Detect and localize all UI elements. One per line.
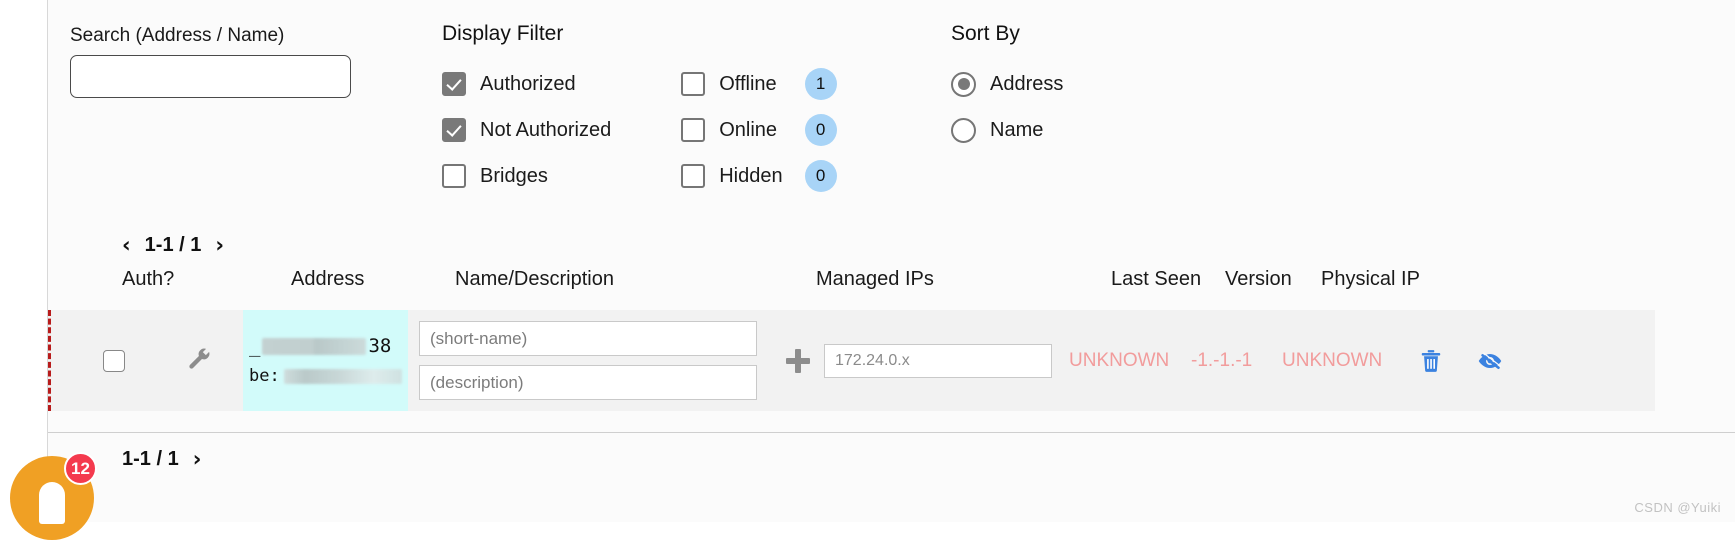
sort-option-address[interactable]: Address (951, 61, 1063, 107)
address-secondary-label: be: (249, 366, 280, 386)
prev-page-icon[interactable]: ‹ (122, 235, 131, 256)
sort-by-options: Address Name (951, 61, 1063, 153)
sort-label-name: Name (990, 118, 1044, 141)
sort-label-address: Address (990, 72, 1064, 95)
checkbox-bridges[interactable] (442, 164, 466, 189)
pagination-top: ‹ 1-1 / 1 › (122, 234, 224, 257)
page-range-bottom: 1-1 / 1 (122, 448, 179, 470)
radio-name[interactable] (951, 117, 976, 143)
address-suffix: 38 (368, 335, 392, 357)
filter-label-authorized: Authorized (480, 72, 576, 95)
checkbox-online[interactable] (681, 118, 706, 143)
filter-label-hidden: Hidden (719, 164, 783, 187)
badge-hidden-count: 0 (804, 160, 837, 193)
address-line-secondary: be: (249, 366, 408, 386)
address-secondary-redaction-bar (283, 368, 402, 384)
checkbox-authorized[interactable] (442, 72, 466, 97)
sort-by-title: Sort By (951, 22, 1020, 45)
filter-option-bridges[interactable]: Bridges (442, 153, 611, 199)
column-header-version: Version (1225, 268, 1292, 290)
table-header-row: Auth? Address Name/Description Managed I… (48, 268, 1735, 310)
description-input[interactable] (419, 365, 757, 400)
column-header-managed-ips: Managed IPs (816, 268, 934, 290)
dock-app-icon[interactable]: 12 (10, 452, 97, 540)
display-filter-options: Authorized Offline 1 Not Authorized Onli… (442, 61, 837, 199)
table-bottom-divider (48, 432, 1735, 433)
checkbox-hidden[interactable] (681, 164, 706, 189)
table-row: _ 38 be: (short-name) (description) 172.… (48, 310, 1655, 411)
column-header-physical-ip: Physical IP (1321, 268, 1420, 290)
search-label: Search (Address / Name) (70, 25, 285, 46)
managed-ip-input[interactable] (824, 343, 1052, 378)
address-prefix: _ (249, 335, 261, 357)
filter-badge-offline-wrap: 1 (804, 61, 837, 107)
row-name-description-cell (419, 310, 757, 411)
left-gutter (0, 0, 48, 522)
next-page-icon-bottom[interactable]: › (193, 449, 202, 470)
search-input[interactable] (70, 54, 351, 98)
filter-label-not-authorized: Not Authorized (480, 118, 612, 141)
filter-option-offline[interactable]: Offline (681, 61, 782, 107)
dock-app-glyph (39, 482, 65, 524)
radio-address[interactable] (951, 71, 976, 97)
row-authorize-checkbox[interactable] (103, 349, 125, 372)
add-managed-ip-icon[interactable] (786, 348, 810, 373)
filter-label-offline: Offline (719, 72, 777, 95)
checkbox-offline[interactable] (681, 72, 706, 97)
checkbox-not-authorized[interactable] (442, 118, 466, 143)
badge-online-count: 0 (804, 114, 837, 147)
name-description-stack (419, 321, 757, 400)
display-filter-group: Display Filter Authorized Offline 1 Not … (442, 22, 837, 199)
filter-bar: Search (Address / Name) Display Filter A… (48, 0, 1735, 215)
dock-notification-badge: 12 (64, 452, 97, 485)
filter-label-bridges: Bridges (480, 164, 548, 187)
filter-label-online: Online (719, 118, 778, 141)
row-actions-cell (1418, 310, 1503, 411)
short-name-input[interactable] (419, 321, 757, 356)
row-address-cell: _ 38 be: (243, 310, 408, 411)
address-inner: _ 38 be: (243, 310, 408, 411)
row-version: -1.-1.-1 (1191, 349, 1253, 371)
filter-option-online[interactable]: Online (681, 107, 782, 153)
row-physical-ip: UNKNOWN (1282, 349, 1383, 371)
address-line-primary: _ 38 (249, 335, 408, 357)
app-canvas: Search (Address / Name) Display Filter A… (0, 0, 1735, 540)
filter-option-authorized[interactable]: Authorized (442, 61, 611, 107)
display-filter-title: Display Filter (442, 22, 564, 45)
members-table: Auth? Address Name/Description Managed I… (48, 268, 1735, 411)
badge-offline-count: 1 (804, 68, 837, 101)
sort-by-group: Sort By Address Name (951, 22, 1063, 153)
search-block: Search (Address / Name) (70, 25, 370, 98)
column-header-name-desc: Name/Description (455, 268, 614, 290)
page-range-top: 1-1 / 1 (144, 234, 202, 256)
wrench-icon[interactable] (187, 348, 213, 374)
row-settings-cell (187, 310, 213, 411)
row-last-seen: UNKNOWN (1069, 349, 1170, 371)
watermark: CSDN @Yuiki (1634, 500, 1721, 515)
sort-option-name[interactable]: Name (951, 107, 1063, 153)
row-managed-ips-cell (786, 310, 1052, 411)
column-header-last-seen: Last Seen (1111, 268, 1202, 290)
filter-badge-hidden-wrap: 0 (804, 153, 837, 199)
next-page-icon[interactable]: › (215, 235, 224, 256)
pagination-bottom: 1-1 / 1 › (122, 448, 201, 471)
column-header-address: Address (291, 268, 365, 290)
filter-option-not-authorized[interactable]: Not Authorized (442, 107, 611, 153)
row-auth-cell (103, 310, 125, 411)
trash-icon[interactable] (1418, 348, 1444, 374)
filter-option-hidden[interactable]: Hidden (681, 153, 783, 199)
eye-off-icon[interactable] (1477, 348, 1503, 374)
column-header-auth: Auth? (122, 268, 175, 290)
address-redaction-bar (262, 337, 367, 355)
filter-badge-online-wrap: 0 (804, 107, 837, 153)
